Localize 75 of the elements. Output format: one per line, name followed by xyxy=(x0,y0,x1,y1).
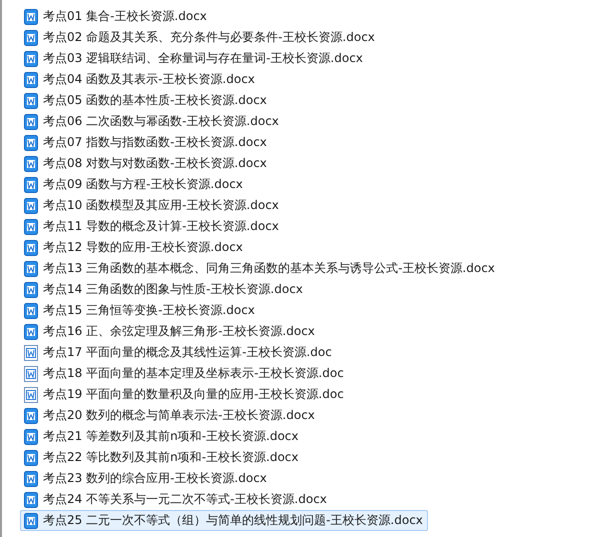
file-item[interactable]: 考点19 平面向量的数量积及向量的应用-王校长资源.doc xyxy=(20,384,349,405)
file-name: 考点17 平面向量的概念及其线性运算-王校长资源.doc xyxy=(43,344,332,361)
file-item[interactable]: 考点07 指数与指数函数-王校长资源.docx xyxy=(20,132,272,153)
file-name: 考点25 二元一次不等式（组）与简单的线性规划问题-王校长资源.docx xyxy=(43,512,423,529)
file-item[interactable]: 考点15 三角恒等变换-王校长资源.docx xyxy=(20,300,260,321)
word-document-icon xyxy=(24,8,38,24)
word-document-icon xyxy=(24,30,38,46)
file-item[interactable]: 考点04 函数及其表示-王校长资源.docx xyxy=(20,69,260,90)
file-item[interactable]: 考点17 平面向量的概念及其线性运算-王校长资源.doc xyxy=(20,342,337,363)
word-document-icon xyxy=(24,344,38,360)
file-name: 考点04 函数及其表示-王校长资源.docx xyxy=(43,71,255,88)
file-name: 考点07 指数与指数函数-王校长资源.docx xyxy=(43,134,267,151)
file-name: 考点21 等差数列及其前n项和-王校长资源.docx xyxy=(43,428,298,445)
word-document-icon xyxy=(24,198,38,214)
file-name: 考点19 平面向量的数量积及向量的应用-王校长资源.doc xyxy=(43,386,344,403)
word-document-icon xyxy=(24,386,38,402)
word-document-icon xyxy=(24,512,38,528)
file-name: 考点02 命题及其关系、充分条件与必要条件-王校长资源.docx xyxy=(43,29,375,46)
file-name: 考点20 数列的概念与简单表示法-王校长资源.docx xyxy=(43,407,315,424)
file-name: 考点18 平面向量的基本定理及坐标表示-王校长资源.doc xyxy=(43,365,344,382)
file-name: 考点01 集合-王校长资源.docx xyxy=(43,8,207,25)
file-name: 考点22 等比数列及其前n项和-王校长资源.docx xyxy=(43,449,298,466)
word-document-icon xyxy=(24,134,38,150)
file-name: 考点08 对数与对数函数-王校长资源.docx xyxy=(43,155,267,172)
file-item[interactable]: 考点14 三角函数的图象与性质-王校长资源.docx xyxy=(20,279,308,300)
file-name: 考点06 二次函数与幂函数-王校长资源.docx xyxy=(43,113,279,130)
file-item[interactable]: 考点02 命题及其关系、充分条件与必要条件-王校长资源.docx xyxy=(20,27,380,48)
file-item[interactable]: 考点03 逻辑联结词、全称量词与存在量词-王校长资源.docx xyxy=(20,48,368,69)
file-item[interactable]: 考点11 导数的概念及计算-王校长资源.docx xyxy=(20,216,284,237)
file-item[interactable]: 考点13 三角函数的基本概念、同角三角函数的基本关系与诱导公式-王校长资源.docx xyxy=(20,258,500,279)
word-document-icon xyxy=(24,114,38,130)
file-name: 考点12 导数的应用-王校长资源.docx xyxy=(43,239,243,256)
file-name: 考点11 导数的概念及计算-王校长资源.docx xyxy=(43,218,279,235)
file-name: 考点03 逻辑联结词、全称量词与存在量词-王校长资源.docx xyxy=(43,50,363,67)
word-document-icon xyxy=(24,260,38,276)
file-item[interactable]: 考点22 等比数列及其前n项和-王校长资源.docx xyxy=(20,447,304,468)
file-name: 考点16 正、余弦定理及解三角形-王校长资源.docx xyxy=(43,323,315,340)
file-item[interactable]: 考点18 平面向量的基本定理及坐标表示-王校长资源.doc xyxy=(20,363,349,384)
file-name: 考点10 函数模型及其应用-王校长资源.docx xyxy=(43,197,279,214)
file-item[interactable]: 考点23 数列的综合应用-王校长资源.docx xyxy=(20,468,272,489)
file-item[interactable]: 考点01 集合-王校长资源.docx xyxy=(20,6,212,27)
file-name: 考点14 三角函数的图象与性质-王校长资源.docx xyxy=(43,281,303,298)
word-document-icon xyxy=(24,92,38,108)
file-item[interactable]: 考点08 对数与对数函数-王校长资源.docx xyxy=(20,153,272,174)
file-item[interactable]: 考点24 不等关系与一元二次不等式-王校长资源.docx xyxy=(20,489,332,510)
word-document-icon xyxy=(24,240,38,256)
word-document-icon xyxy=(24,428,38,444)
word-document-icon xyxy=(24,302,38,318)
file-name: 考点23 数列的综合应用-王校长资源.docx xyxy=(43,470,267,487)
word-document-icon xyxy=(24,72,38,88)
word-document-icon xyxy=(24,450,38,466)
word-document-icon xyxy=(24,366,38,382)
file-item[interactable]: 考点06 二次函数与幂函数-王校长资源.docx xyxy=(20,111,284,132)
file-name: 考点15 三角恒等变换-王校长资源.docx xyxy=(43,302,255,319)
file-item[interactable]: 考点09 函数与方程-王校长资源.docx xyxy=(20,174,248,195)
word-document-icon xyxy=(24,176,38,192)
file-name: 考点13 三角函数的基本概念、同角三角函数的基本关系与诱导公式-王校长资源.docx xyxy=(43,260,495,277)
word-document-icon xyxy=(24,408,38,424)
word-document-icon xyxy=(24,218,38,234)
file-item[interactable]: 考点05 函数的基本性质-王校长资源.docx xyxy=(20,90,272,111)
file-item[interactable]: 考点16 正、余弦定理及解三角形-王校长资源.docx xyxy=(20,321,320,342)
word-document-icon xyxy=(24,492,38,508)
word-document-icon xyxy=(24,324,38,340)
file-name: 考点05 函数的基本性质-王校长资源.docx xyxy=(43,92,267,109)
file-item[interactable]: 考点12 导数的应用-王校长资源.docx xyxy=(20,237,248,258)
file-item[interactable]: 考点21 等差数列及其前n项和-王校长资源.docx xyxy=(20,426,304,447)
file-name: 考点24 不等关系与一元二次不等式-王校长资源.docx xyxy=(43,491,327,508)
file-item[interactable]: 考点10 函数模型及其应用-王校长资源.docx xyxy=(20,195,284,216)
word-document-icon xyxy=(24,50,38,66)
file-item[interactable]: 考点25 二元一次不等式（组）与简单的线性规划问题-王校长资源.docx xyxy=(20,510,428,531)
file-name: 考点09 函数与方程-王校长资源.docx xyxy=(43,176,243,193)
word-document-icon xyxy=(24,156,38,172)
word-document-icon xyxy=(24,282,38,298)
file-item[interactable]: 考点20 数列的概念与简单表示法-王校长资源.docx xyxy=(20,405,320,426)
word-document-icon xyxy=(24,470,38,486)
